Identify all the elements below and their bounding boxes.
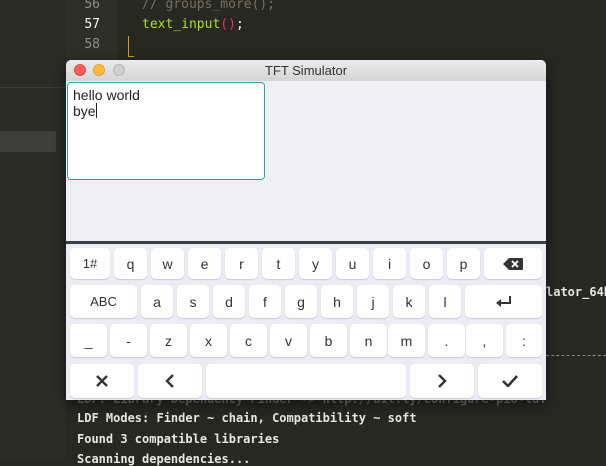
- key-g[interactable]: g: [285, 285, 317, 318]
- key-m[interactable]: m: [388, 324, 425, 357]
- text-line-2: bye: [73, 103, 259, 119]
- key-e[interactable]: e: [188, 248, 221, 279]
- key-t[interactable]: t: [262, 248, 295, 279]
- key-h[interactable]: h: [321, 285, 353, 318]
- key-q[interactable]: q: [114, 248, 147, 279]
- key-u[interactable]: u: [336, 248, 369, 279]
- key-ok[interactable]: [478, 364, 542, 398]
- text-cursor: [95, 103, 97, 118]
- key-j[interactable]: j: [357, 285, 389, 318]
- enter-icon: [495, 295, 512, 308]
- line-number-active: 57: [84, 17, 100, 32]
- key-y[interactable]: y: [299, 248, 332, 279]
- backspace-icon: [503, 257, 523, 270]
- terminal-line: Scanning dependencies...: [77, 452, 251, 466]
- key-v[interactable]: v: [270, 324, 307, 357]
- window-titlebar[interactable]: TFT Simulator: [66, 60, 546, 82]
- code-line-call[interactable]: text_input();: [142, 17, 244, 32]
- text-line-2-content: bye: [73, 103, 96, 119]
- line-number: 58: [84, 37, 100, 52]
- key-a[interactable]: a: [141, 285, 173, 318]
- key-close[interactable]: [70, 364, 134, 398]
- key-enter[interactable]: [465, 285, 542, 318]
- key-n[interactable]: n: [350, 324, 387, 357]
- checkmark-icon: [502, 375, 518, 387]
- side-panel-selected-row[interactable]: [0, 131, 56, 152]
- key-i[interactable]: i: [373, 248, 406, 279]
- window-title: TFT Simulator: [264, 63, 348, 78]
- terminal-line: Found 3 compatible libraries: [77, 432, 280, 446]
- key-d[interactable]: d: [213, 285, 245, 318]
- key-period[interactable]: .: [428, 324, 465, 357]
- on-screen-keyboard: 1# q w e r t y u i o p ABC a s d f g h j…: [66, 241, 546, 400]
- key-symbols[interactable]: 1#: [70, 248, 110, 279]
- code-semicolon: ;: [235, 17, 244, 32]
- text-area[interactable]: hello world bye: [67, 82, 265, 180]
- code-parens: (): [220, 17, 236, 32]
- close-icon: [96, 375, 108, 387]
- key-cursor-right[interactable]: [410, 364, 474, 398]
- terminal-divider: [546, 355, 606, 356]
- side-panel: [0, 0, 66, 459]
- key-k[interactable]: k: [393, 285, 425, 318]
- key-f[interactable]: f: [249, 285, 281, 318]
- terminal-fragment: lator_64b: [546, 285, 606, 299]
- indent-guide: [128, 56, 134, 57]
- key-z[interactable]: z: [150, 324, 187, 357]
- key-p[interactable]: p: [447, 248, 480, 279]
- code-function: text_input: [142, 17, 221, 32]
- line-number: 56: [84, 0, 100, 12]
- key-abc[interactable]: ABC: [70, 285, 137, 318]
- key-o[interactable]: o: [410, 248, 443, 279]
- key-r[interactable]: r: [225, 248, 258, 279]
- key-s[interactable]: s: [177, 285, 209, 318]
- indent-guide: [128, 36, 129, 56]
- key-backspace[interactable]: [484, 248, 542, 279]
- key-x[interactable]: x: [190, 324, 227, 357]
- arrow-left-icon: [165, 374, 175, 388]
- key-colon[interactable]: :: [506, 324, 542, 357]
- key-underscore[interactable]: _: [70, 324, 107, 357]
- key-space[interactable]: [206, 364, 406, 398]
- code-comment: // groups_more();: [142, 0, 276, 12]
- terminal-line: LDF Modes: Finder ~ chain, Compatibility…: [77, 411, 417, 425]
- arrow-right-icon: [437, 374, 447, 388]
- screen-area: hello world bye: [66, 81, 546, 241]
- code-line-comment[interactable]: // groups_more();: [142, 0, 275, 12]
- key-l[interactable]: l: [429, 285, 461, 318]
- key-hyphen[interactable]: -: [110, 324, 147, 357]
- key-c[interactable]: c: [230, 324, 267, 357]
- key-comma[interactable]: ,: [466, 324, 503, 357]
- key-cursor-left[interactable]: [138, 364, 202, 398]
- key-b[interactable]: b: [310, 324, 347, 357]
- simulator-window: TFT Simulator hello world bye 1# q w e r…: [66, 60, 546, 400]
- text-line-1: hello world: [73, 87, 140, 103]
- key-w[interactable]: w: [151, 248, 184, 279]
